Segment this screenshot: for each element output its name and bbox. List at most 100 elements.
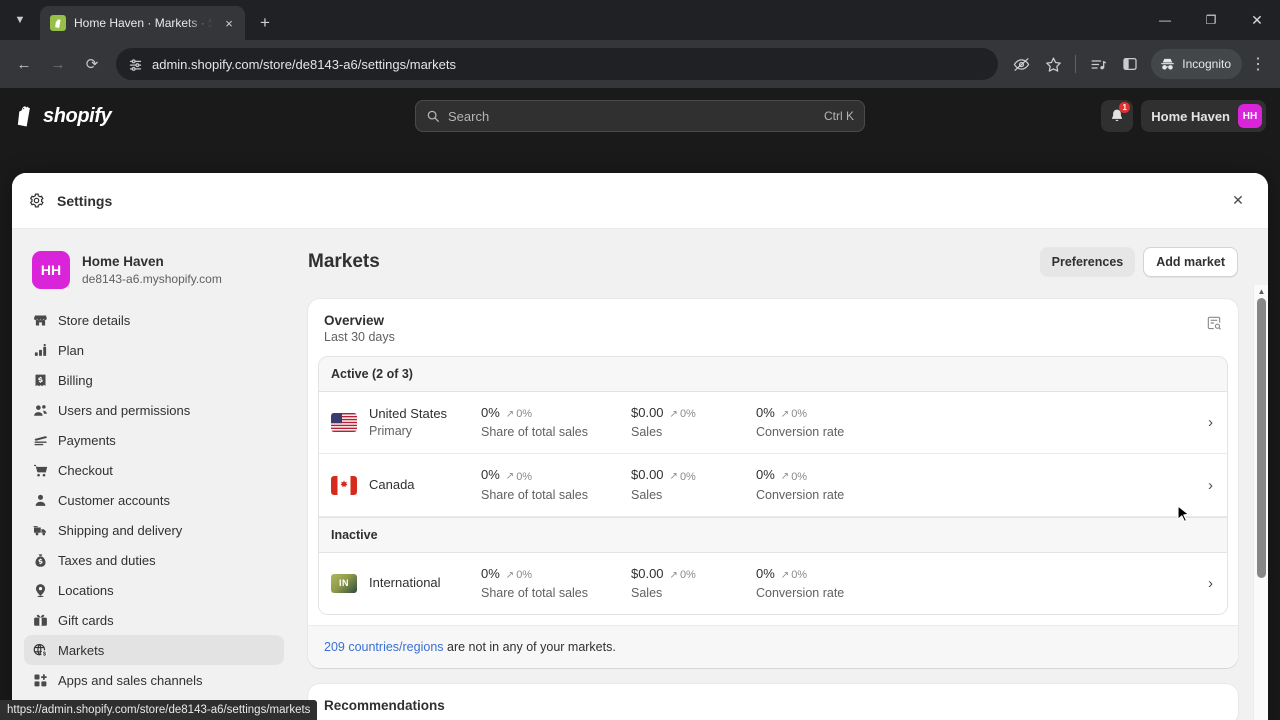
- metric-value: 0%: [756, 565, 775, 581]
- scroll-up-arrow-icon[interactable]: ▲: [1254, 287, 1268, 297]
- browser-menu-button[interactable]: ⋮: [1244, 49, 1272, 79]
- page-title: Settings: [57, 192, 113, 209]
- sidebar-item-label: Payments: [58, 432, 116, 448]
- maximize-button[interactable]: ❐: [1188, 0, 1234, 40]
- markets-table: Active (2 of 3) United States Primary 0%…: [318, 356, 1228, 616]
- gift-card-icon: [32, 612, 48, 628]
- us-flag-icon: [331, 413, 357, 433]
- window-controls: — ❐ ✕: [1142, 0, 1280, 40]
- notifications-button[interactable]: 1: [1101, 100, 1134, 132]
- close-window-button[interactable]: ✕: [1234, 0, 1280, 40]
- browser-toolbar: ← → ⟳ admin.shopify.com/store/de8143-a6/…: [0, 40, 1280, 88]
- metric-label: Conversion rate: [756, 425, 845, 440]
- sidebar-item-users-and-permissions[interactable]: Users and permissions: [24, 395, 284, 425]
- chevron-right-icon[interactable]: ›: [1208, 575, 1215, 592]
- metric-label: Sales: [631, 585, 663, 600]
- metric-value: 0%: [481, 565, 500, 581]
- forward-button[interactable]: →: [42, 48, 74, 80]
- market-name-block: United States Primary: [369, 405, 447, 441]
- metric-label: Sales: [631, 487, 663, 502]
- close-icon[interactable]: ✕: [1224, 187, 1252, 215]
- metric-sales: $0.00 ↗ 0% Sales: [631, 565, 756, 602]
- globe-money-icon: $: [32, 642, 48, 658]
- international-badge-icon: IN: [331, 573, 357, 593]
- playlist-icon[interactable]: [1083, 49, 1113, 79]
- store-name: Home Haven: [1151, 108, 1230, 124]
- sidebar-item-payments[interactable]: Payments: [24, 425, 284, 455]
- metric-delta: ↗ 0%: [781, 470, 807, 486]
- page-settings-icon[interactable]: [128, 57, 143, 72]
- metric-delta: ↗ 0%: [506, 568, 532, 584]
- sidebar-store-card[interactable]: HH Home Haven de8143-a6.myshopify.com: [24, 241, 284, 305]
- sidebar-item-label: Markets: [58, 642, 105, 658]
- sidebar-item-locations[interactable]: Locations: [24, 575, 284, 605]
- table-row[interactable]: Canada 0% ↗ 0% Share of total sales $0.0…: [319, 454, 1227, 517]
- sidebar-item-shipping-and-delivery[interactable]: Shipping and delivery: [24, 515, 284, 545]
- new-tab-button[interactable]: +: [251, 9, 279, 37]
- sidebar-item-label: Locations: [58, 582, 114, 598]
- status-bar-link-preview: https://admin.shopify.com/store/de8143-a…: [0, 700, 318, 720]
- sidebar-item-checkout[interactable]: Checkout: [24, 455, 284, 485]
- sidebar-item-markets[interactable]: $ Markets: [24, 635, 284, 665]
- markets-page-header: Markets Preferences Add market: [308, 247, 1238, 277]
- add-market-button[interactable]: Add market: [1143, 247, 1238, 277]
- metric-label: Conversion rate: [756, 487, 845, 502]
- market-name-block: International: [369, 574, 441, 593]
- markets-group-active-heading: Active (2 of 3): [319, 357, 1227, 392]
- table-row[interactable]: IN International 0% ↗ 0% Share of total …: [319, 552, 1227, 615]
- reload-button[interactable]: ⟳: [76, 48, 108, 80]
- chevron-right-icon[interactable]: ›: [1208, 477, 1215, 494]
- cart-icon: [32, 462, 48, 478]
- minimize-button[interactable]: —: [1142, 0, 1188, 40]
- tab-title: Home Haven · Markets · Shopif: [74, 16, 213, 30]
- tab-search-button[interactable]: ▼: [0, 0, 40, 40]
- payments-card-icon: [32, 432, 48, 448]
- users-icon: [32, 402, 48, 418]
- sidebar-item-taxes-and-duties[interactable]: Taxes and duties: [24, 545, 284, 575]
- side-panel-icon[interactable]: [1115, 49, 1145, 79]
- scrollbar-thumb[interactable]: [1257, 298, 1266, 578]
- chevron-right-icon[interactable]: ›: [1208, 414, 1215, 431]
- tab-close-icon[interactable]: ×: [221, 16, 237, 31]
- browser-tab[interactable]: Home Haven · Markets · Shopif ×: [40, 6, 245, 40]
- bill-icon: [32, 372, 48, 388]
- modal-scrollbar[interactable]: ▲: [1253, 285, 1268, 720]
- eye-slash-icon[interactable]: [1006, 49, 1036, 79]
- incognito-indicator[interactable]: Incognito: [1151, 49, 1242, 79]
- markets-title: Markets: [308, 251, 380, 272]
- sidebar-item-apps-and-sales-channels[interactable]: Apps and sales channels: [24, 665, 284, 695]
- address-bar[interactable]: admin.shopify.com/store/de8143-a6/settin…: [116, 48, 999, 80]
- metric-conversion-rate: 0% ↗ 0% Conversion rate: [756, 404, 916, 441]
- trend-up-arrow-icon: ↗: [780, 471, 790, 483]
- shopify-logo[interactable]: shopify: [14, 104, 394, 128]
- market-identity: United States Primary: [331, 405, 481, 441]
- money-bag-icon: [32, 552, 48, 568]
- analytics-report-icon[interactable]: [1206, 313, 1222, 331]
- back-button[interactable]: ←: [8, 48, 40, 80]
- incognito-icon: [1161, 58, 1175, 70]
- star-icon[interactable]: [1038, 49, 1068, 79]
- sidebar-item-billing[interactable]: Billing: [24, 365, 284, 395]
- metric-value: $0.00: [631, 467, 664, 483]
- sidebar-item-plan[interactable]: Plan: [24, 335, 284, 365]
- sidebar-store-domain: de8143-a6.myshopify.com: [82, 272, 222, 287]
- market-name: International: [369, 575, 441, 591]
- metric-value: $0.00: [631, 565, 664, 581]
- sidebar-item-customer-accounts[interactable]: Customer accounts: [24, 485, 284, 515]
- overview-title: Overview: [324, 313, 385, 328]
- browser-window: ▼ Home Haven · Markets · Shopif × + — ❐ …: [0, 0, 1280, 720]
- preferences-button[interactable]: Preferences: [1039, 247, 1136, 277]
- store-switcher-button[interactable]: Home Haven HH: [1141, 100, 1266, 132]
- avatar: HH: [32, 251, 70, 289]
- search-icon: [426, 109, 440, 123]
- metric-label: Sales: [631, 425, 663, 440]
- overview-subtitle: Last 30 days: [324, 330, 395, 344]
- search-shortcut: Ctrl K: [824, 109, 854, 123]
- table-row[interactable]: United States Primary 0% ↗ 0% Share of t…: [319, 392, 1227, 455]
- countries-regions-link[interactable]: 209 countries/regions: [324, 640, 444, 654]
- admin-search-input[interactable]: Search Ctrl K: [415, 100, 865, 132]
- sidebar-item-store-details[interactable]: Store details: [24, 305, 284, 335]
- trend-up-arrow-icon: ↗: [505, 569, 515, 581]
- markets-page: Markets Preferences Add market Overview …: [292, 229, 1268, 720]
- sidebar-item-gift-cards[interactable]: Gift cards: [24, 605, 284, 635]
